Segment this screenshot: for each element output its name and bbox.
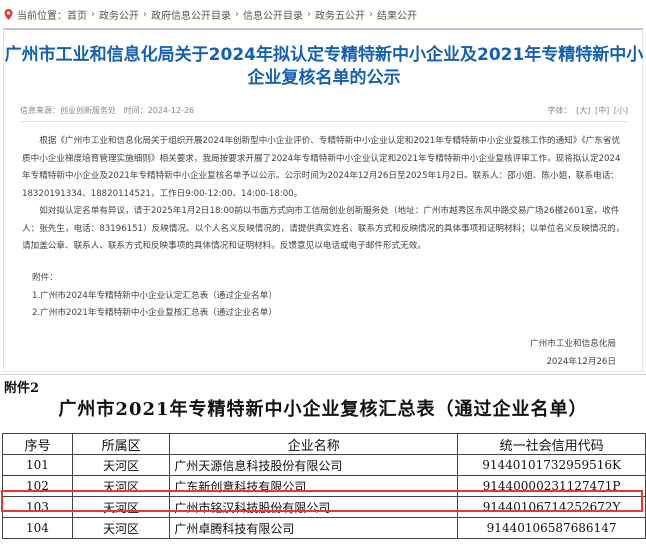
breadcrumb-link-gov-affairs[interactable]: 政务公开	[99, 7, 139, 22]
cell-credit-code: 91440106587686147	[457, 517, 646, 539]
article-time: 时间：2024-12-26	[123, 106, 195, 115]
breadcrumb-link-disclosure-catalog[interactable]: 信息公开目录	[243, 7, 303, 22]
signature-block: 广州市工业和信息化局 2024年12月26日	[530, 336, 616, 371]
header-credit-code: 统一社会信用代码	[457, 433, 646, 455]
breadcrumb-separator: ›	[91, 8, 95, 20]
cell-district: 天河区	[71, 517, 171, 539]
location-pin-icon	[4, 8, 13, 20]
attachments-label: 附件：	[32, 273, 58, 283]
signer-name: 广州市工业和信息化局	[530, 339, 616, 349]
table-header-row: 序号 所属区 企业名称 统一社会信用代码	[2, 433, 646, 455]
table-row: 104 天河区 广州卓腾科技有限公司 91440106587686147	[2, 517, 646, 539]
table-row: 101 天河区 广州天源信息科技股份有限公司 91440101732959516…	[2, 454, 646, 476]
article-source-time: 信息来源：创业创新服务处 时间：2024-12-26	[20, 105, 194, 116]
cell-no: 103	[2, 496, 73, 518]
breadcrumb-link-results[interactable]: 结果公开	[377, 7, 417, 22]
sheet-title: 广州市2021年专精特新中小企业复核汇总表（通过企业名单）	[58, 399, 588, 420]
cell-credit-code: 91440000231127471P	[457, 475, 646, 497]
sign-date: 2024年12月26日	[546, 356, 616, 367]
cell-credit-code: 91440101732959516K	[457, 454, 646, 476]
article-body: 根据《广州市工业和信息化局关于组织开展2024年创新型中小企业评价、专精特新中小…	[22, 133, 626, 256]
cell-company-name: 广州卓腾科技有限公司	[169, 517, 459, 539]
article-paragraph: 如对拟认定名单有异议，请于2025年1月2日18:00前以书面方式向市工信局创业…	[22, 206, 625, 251]
breadcrumb: 当前位置： 首页 › 政务公开 › 政府信息公开目录 › 信息公开目录 › 政务…	[0, 0, 646, 28]
article-source: 信息来源：创业创新服务处	[20, 106, 116, 115]
cell-no: 104	[2, 517, 73, 539]
article-title: 广州市工业和信息化局关于2024年拟认定专精特新中小企业及2021年专精特新中小…	[4, 45, 644, 88]
breadcrumb-link-home[interactable]: 首页	[67, 7, 87, 22]
article-meta: 信息来源：创业创新服务处 时间：2024-12-26 字体： [大] [中] […	[20, 105, 628, 116]
breadcrumb-separator: ›	[143, 8, 147, 20]
breadcrumb-separator: ›	[369, 8, 373, 20]
table-row: 102 天河区 广东新创意科技有限公司 91440000231127471P	[2, 475, 646, 497]
cell-credit-code: 91440106714252672Y	[457, 496, 646, 518]
attachment-sheet-preview: 附件2 广州市2021年专精特新中小企业复核汇总表（通过企业名单） 序号 所属区…	[0, 374, 646, 544]
font-size-label: 字体：	[547, 106, 572, 115]
article-paragraph: 根据《广州市工业和信息化局关于组织开展2024年创新型中小企业评价、专精特新中小…	[22, 136, 621, 199]
font-size-medium-link[interactable]: [中]	[595, 106, 609, 115]
cell-no: 101	[2, 454, 73, 476]
header-no: 序号	[2, 433, 73, 455]
attachment-link-1[interactable]: 1.广州市2024年专精特新中小企业认定汇总表（通过企业名单）	[32, 288, 277, 306]
font-size-large-link[interactable]: [大]	[576, 106, 590, 115]
article-card: 广州市工业和信息化局关于2024年拟认定专精特新中小企业及2021年专精特新中小…	[3, 28, 643, 372]
header-company-name: 企业名称	[169, 433, 459, 455]
breadcrumb-separator: ›	[235, 8, 239, 20]
cell-district: 天河区	[71, 475, 171, 497]
cell-company-name: 广州天源信息科技股份有限公司	[169, 454, 459, 476]
cell-district: 天河区	[71, 454, 171, 476]
cell-company-name: 广东新创意科技有限公司	[169, 475, 459, 497]
divider	[20, 121, 628, 122]
breadcrumb-separator: ›	[307, 8, 311, 20]
attachment-link-2[interactable]: 2.广州市2021年专精特新中小企业复核汇总表（通过企业名单）	[32, 305, 277, 323]
breadcrumb-current-label: 当前位置：	[17, 10, 67, 22]
company-table: 序号 所属区 企业名称 统一社会信用代码 101 天河区 广州天源信息科技股份有…	[2, 433, 646, 539]
table-row-highlighted: 103 天河区 广州市铭汉科技股份有限公司 91440106714252672Y	[2, 496, 646, 518]
breadcrumb-link-five-disclosures[interactable]: 政务五公开	[315, 7, 365, 22]
font-size-switcher: 字体： [大] [中] [小]	[548, 105, 628, 116]
font-size-small-link[interactable]: [小]	[614, 106, 628, 115]
cell-no: 102	[2, 475, 73, 497]
breadcrumb-link-info-catalog[interactable]: 政府信息公开目录	[151, 7, 231, 22]
attachment-number-label: 附件2	[4, 381, 40, 396]
cell-company-name: 广州市铭汉科技股份有限公司	[169, 496, 459, 518]
attachment-list: 附件： 1.广州市2024年专精特新中小企业认定汇总表（通过企业名单） 2.广州…	[32, 270, 277, 323]
cell-district: 天河区	[71, 496, 171, 518]
header-district: 所属区	[71, 433, 171, 455]
